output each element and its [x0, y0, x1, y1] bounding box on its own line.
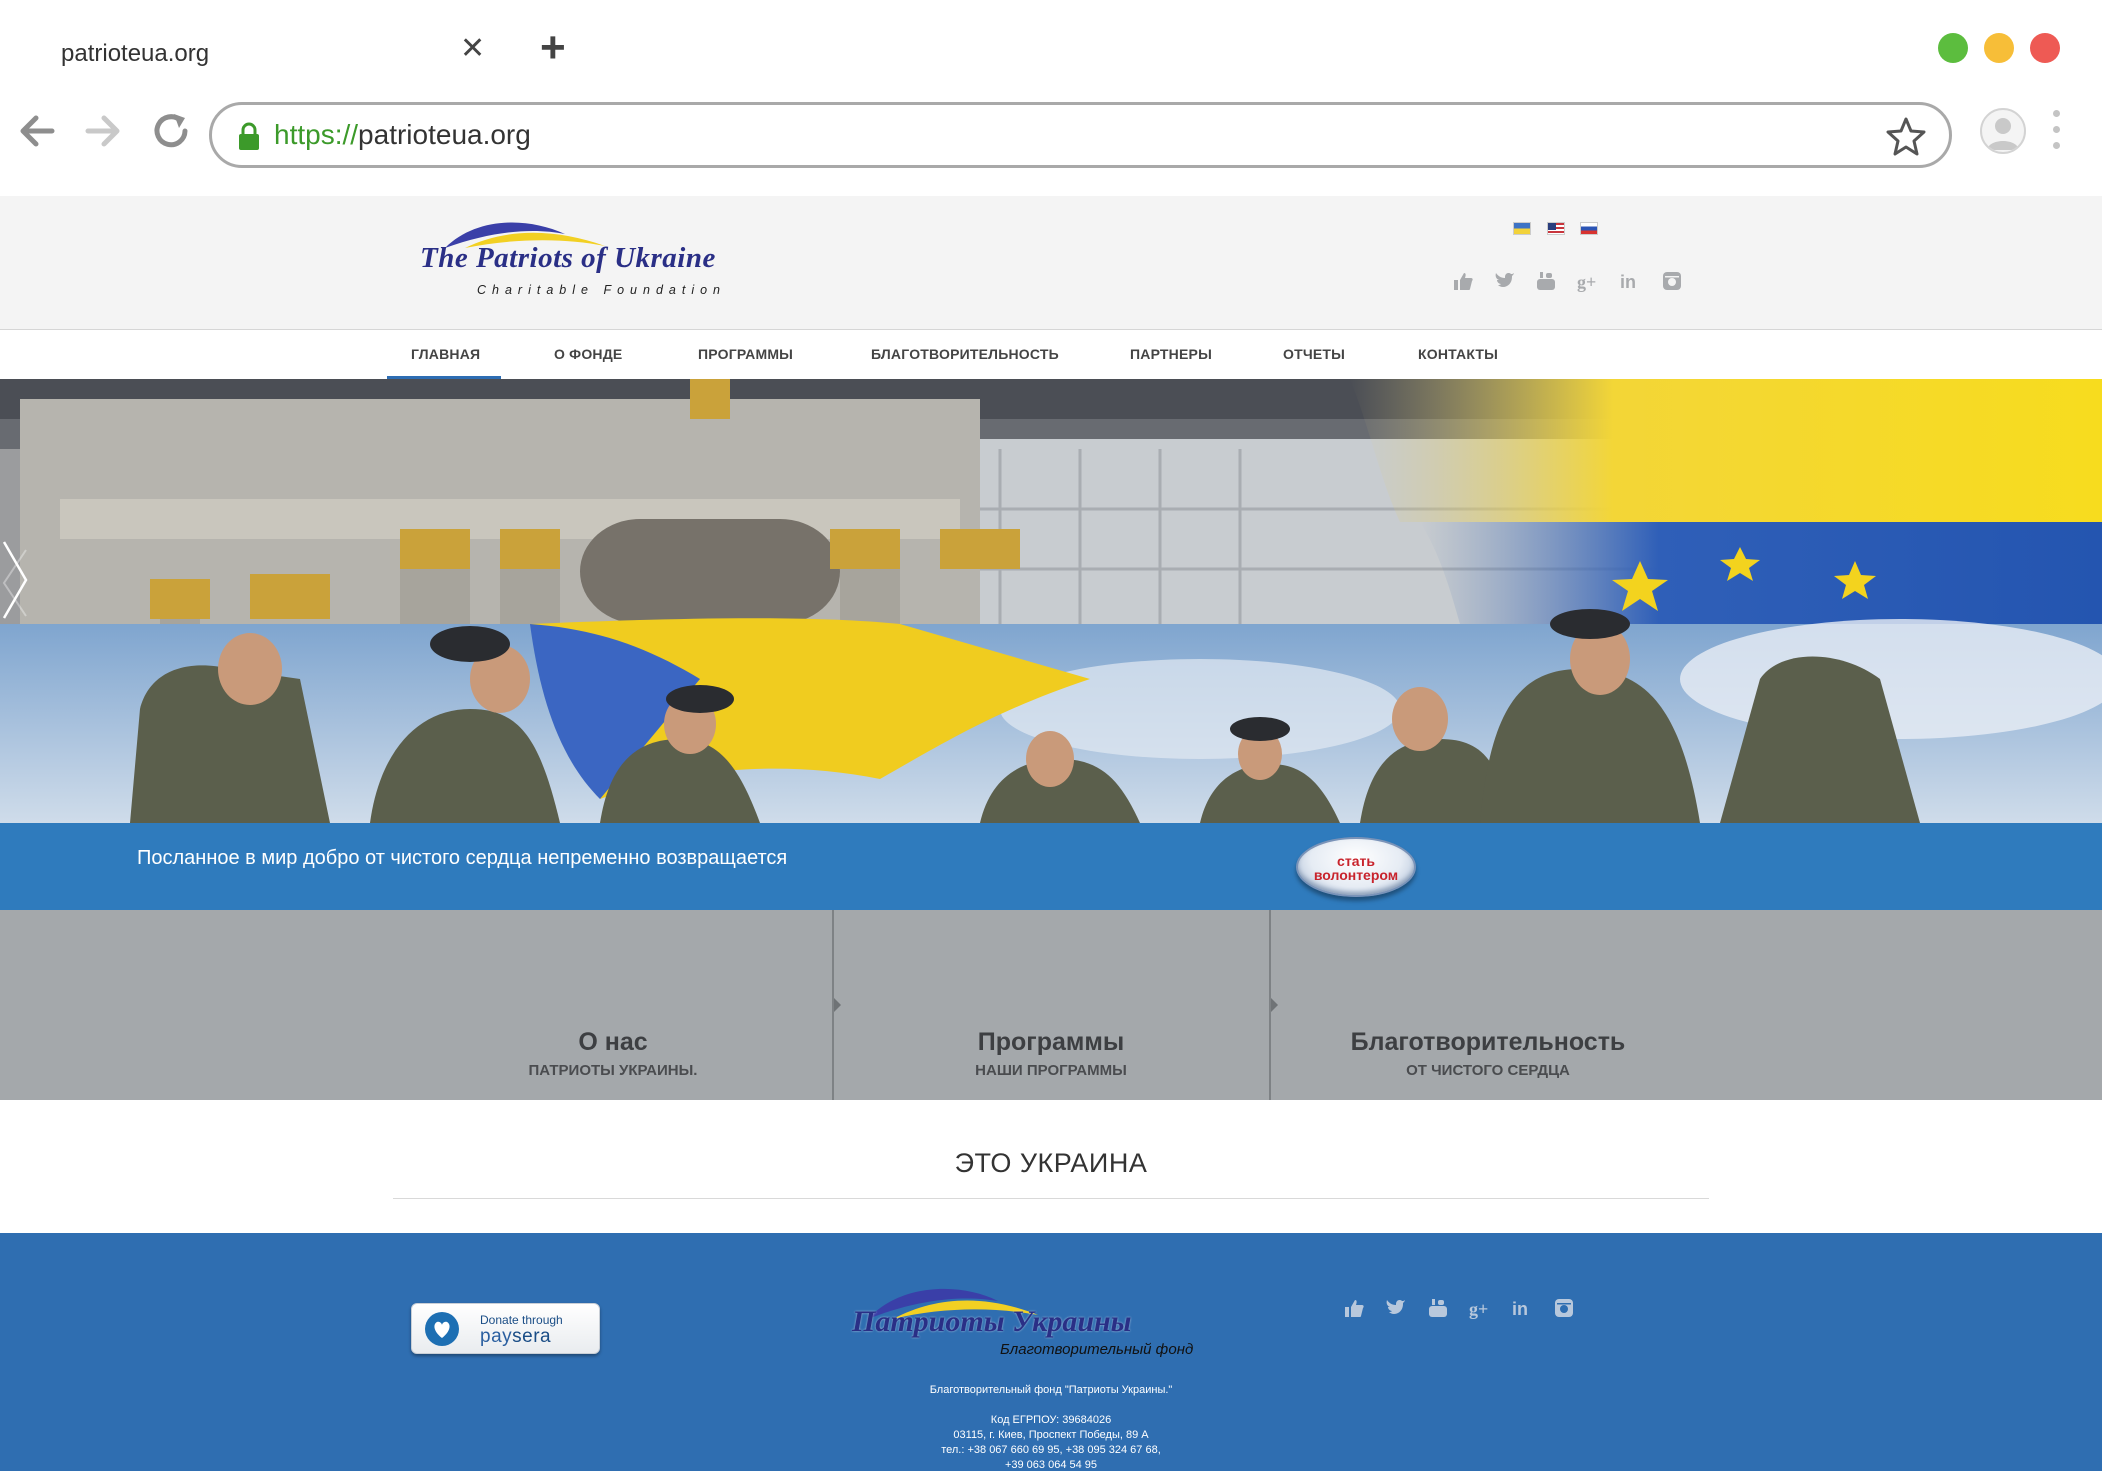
hero-image [0, 379, 2102, 823]
feature-charity-title[interactable]: Благотворительность [1288, 1028, 1688, 1057]
nav-item-reports[interactable]: ОТЧЕТЫ [1283, 346, 1345, 362]
new-tab-icon[interactable]: + [540, 26, 566, 70]
svg-text:in: in [1620, 272, 1636, 292]
window-minimize-button[interactable] [1984, 33, 2014, 63]
svg-text:g+: g+ [1577, 272, 1596, 292]
nav-item-about[interactable]: О ФОНДЕ [554, 346, 622, 362]
nav-item-partners[interactable]: ПАРТНЕРЫ [1130, 346, 1212, 362]
forward-arrow-icon[interactable] [80, 108, 126, 154]
volunteer-label-line2: волонтером [1313, 867, 1399, 883]
feature-charity-subtitle: ОТ ЧИСТОГО СЕРДЦА [1406, 1062, 1570, 1079]
bookmark-star-icon[interactable] [1885, 115, 1927, 157]
footer-company-code: Код ЕГРПОУ: 39684026 [990, 1414, 1112, 1426]
site-footer: Donate through paysera Патриоты Украины … [0, 1233, 2102, 1471]
like-icon[interactable] [1452, 270, 1474, 292]
google-plus-icon[interactable]: g+ [1577, 270, 1599, 292]
nav-item-programs[interactable]: ПРОГРАММЫ [698, 346, 793, 362]
footer-logo[interactable]: Патриоты Украины Благотворительный фонд [848, 1283, 1193, 1365]
feature-about-subtitle: ПАТРИОТЫ УКРАИНЫ. [528, 1062, 698, 1079]
youtube-icon[interactable] [1535, 270, 1557, 292]
footer-logo-subtitle: Благотворительный фонд [1000, 1341, 1194, 1358]
logo-subtitle: Charitable Foundation [477, 283, 726, 297]
linkedin-icon[interactable]: in [1619, 270, 1641, 292]
hero-slider[interactable] [0, 379, 2102, 823]
footer-phones: тел.: +38 067 660 69 95, +38 095 324 67 … [941, 1444, 1161, 1456]
footer-address: 03115, г. Киев, Проспект Победы, 89 А [953, 1429, 1149, 1441]
footer-org-name: Благотворительный фонд "Патриоты Украины… [929, 1384, 1173, 1396]
twitter-icon[interactable] [1494, 270, 1516, 292]
back-arrow-icon[interactable] [14, 108, 60, 154]
tab-close-icon[interactable]: ✕ [460, 34, 485, 64]
paysera-logo: paysera [480, 1326, 551, 1348]
donate-paysera-button[interactable]: Donate through paysera [411, 1303, 600, 1354]
google-plus-icon[interactable]: g+ [1469, 1297, 1491, 1319]
site-logo[interactable]: The Patriots of Ukraine Charitable Found… [415, 218, 745, 308]
ua-flag-icon[interactable] [1513, 222, 1531, 235]
tab-title[interactable]: patrioteua.org [61, 40, 209, 68]
profile-avatar-icon[interactable] [1980, 108, 2026, 154]
feature-about-title[interactable]: О нас [413, 1028, 813, 1057]
like-icon[interactable] [1343, 1297, 1365, 1319]
window-close-button[interactable] [2030, 33, 2060, 63]
heart-icon [425, 1312, 459, 1346]
nav-item-home[interactable]: ГЛАВНАЯ [411, 346, 480, 362]
instagram-icon[interactable] [1553, 1297, 1575, 1319]
section-heading: ЭТО УКРАИНА [954, 1148, 1148, 1178]
url-host: patrioteua.org [358, 119, 531, 150]
feature-caret-icon [834, 998, 841, 1012]
feature-caret-icon [1271, 998, 1278, 1012]
twitter-icon[interactable] [1385, 1297, 1407, 1319]
us-flag-icon[interactable] [1547, 222, 1565, 235]
feature-boxes: О нас ПАТРИОТЫ УКРАИНЫ. Программы НАШИ П… [0, 910, 2102, 1100]
svg-text:g+: g+ [1469, 1299, 1488, 1319]
main-nav: ГЛАВНАЯ О ФОНДЕ ПРОГРАММЫ БЛАГОТВОРИТЕЛЬ… [0, 330, 2102, 379]
address-bar[interactable]: https://patrioteua.org [209, 102, 1952, 168]
slogan-text: Посланное в мир добро от чистого сердца … [137, 847, 788, 869]
section-divider [393, 1198, 1709, 1199]
feature-programs-title[interactable]: Программы [851, 1028, 1251, 1057]
nav-item-contacts[interactable]: КОНТАКТЫ [1418, 346, 1498, 362]
window-maximize-button[interactable] [1938, 33, 1968, 63]
donate-label: Donate through [480, 1313, 563, 1327]
site-header: The Patriots of Ukraine Charitable Found… [0, 196, 2102, 330]
reload-icon[interactable] [148, 108, 194, 154]
lock-icon [239, 122, 259, 150]
logo-text: The Patriots of Ukraine [420, 242, 716, 274]
volunteer-label-line1: стать [1337, 853, 1375, 869]
linkedin-icon[interactable]: in [1511, 1297, 1533, 1319]
ru-flag-icon[interactable] [1580, 222, 1598, 235]
svg-text:in: in [1512, 1299, 1528, 1319]
url-scheme: https:// [274, 119, 359, 150]
paysera-pay-text: pay [480, 1326, 513, 1347]
slider-next-arrow-icon[interactable] [0, 540, 30, 620]
browser-chrome: patrioteua.org ✕ + https://patrioteua.or… [0, 0, 2102, 196]
footer-phones-2: +39 063 064 54 95 [1004, 1459, 1098, 1471]
slogan-bar: Посланное в мир добро от чистого сердца … [0, 823, 2102, 910]
instagram-icon[interactable] [1661, 270, 1683, 292]
browser-menu-icon[interactable] [2052, 110, 2062, 154]
nav-item-charity[interactable]: БЛАГОТВОРИТЕЛЬНОСТЬ [871, 346, 1059, 362]
become-volunteer-button[interactable]: стать волонтером [1296, 837, 1416, 897]
url-text[interactable]: https://patrioteua.org [274, 119, 531, 151]
feature-programs-subtitle: НАШИ ПРОГРАММЫ [975, 1062, 1127, 1079]
footer-logo-text: Патриоты Украины [852, 1305, 1132, 1338]
paysera-sera-text: sera [512, 1326, 552, 1347]
youtube-icon[interactable] [1427, 1297, 1449, 1319]
